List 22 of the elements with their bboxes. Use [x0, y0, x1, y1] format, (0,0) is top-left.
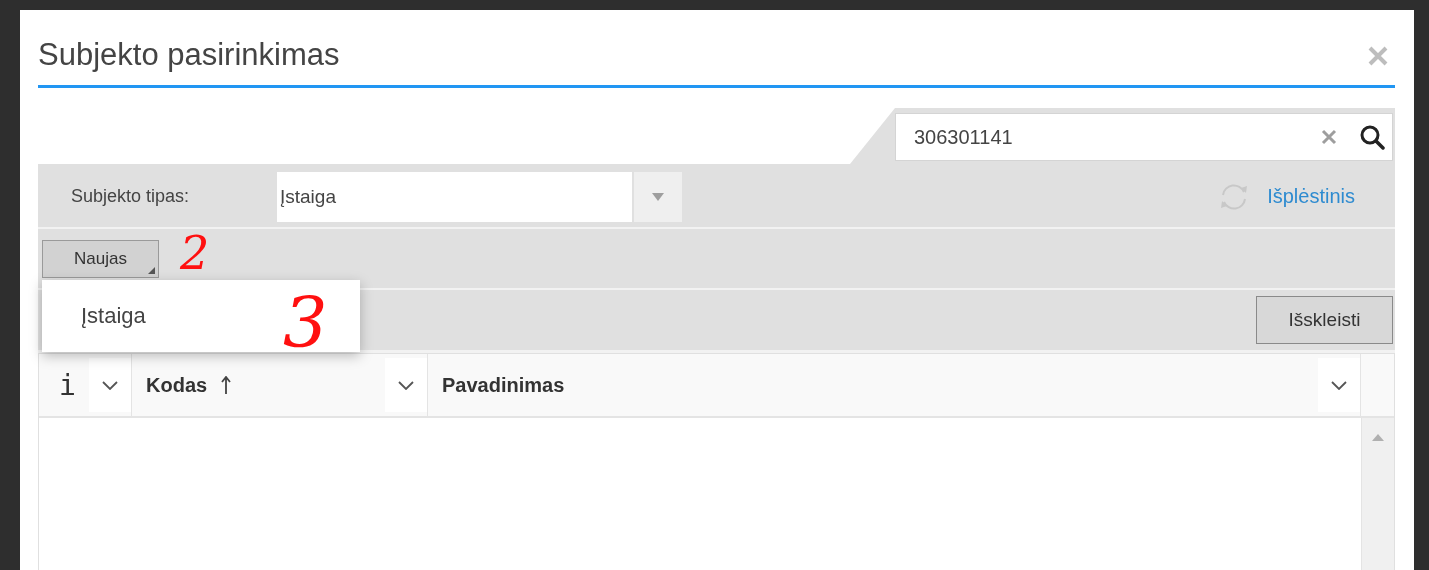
dialog-title: Subjekto pasirinkimas: [38, 37, 340, 73]
column-header[interactable]: i: [39, 354, 132, 416]
subject-type-label: Subjekto tipas:: [71, 186, 191, 207]
search-icon[interactable]: [1359, 124, 1385, 150]
new-button[interactable]: Naujas: [42, 239, 159, 278]
close-icon[interactable]: [1367, 45, 1389, 67]
chevron-down-icon[interactable]: [1331, 380, 1347, 390]
expand-button[interactable]: Išskleisti: [1256, 296, 1393, 344]
scrollbar[interactable]: [1361, 418, 1394, 570]
clear-icon[interactable]: [1321, 129, 1337, 145]
search-field[interactable]: 306301141: [895, 113, 1393, 161]
column-header[interactable]: Kodas: [132, 354, 428, 416]
chevron-down-icon[interactable]: [398, 380, 414, 390]
scroll-up-icon[interactable]: [1372, 434, 1384, 441]
handwritten-number: 2: [180, 230, 210, 276]
chevron-down-icon[interactable]: [102, 380, 118, 390]
menu-item[interactable]: Įstaiga: [42, 282, 176, 350]
sort-arrow-icon: [221, 376, 232, 394]
corner-triangle-icon: [148, 266, 155, 274]
subject-type-select[interactable]: Įstaiga: [277, 171, 682, 222]
caret-icon: [652, 192, 664, 201]
column-header[interactable]: Pavadinimas: [428, 354, 1361, 416]
